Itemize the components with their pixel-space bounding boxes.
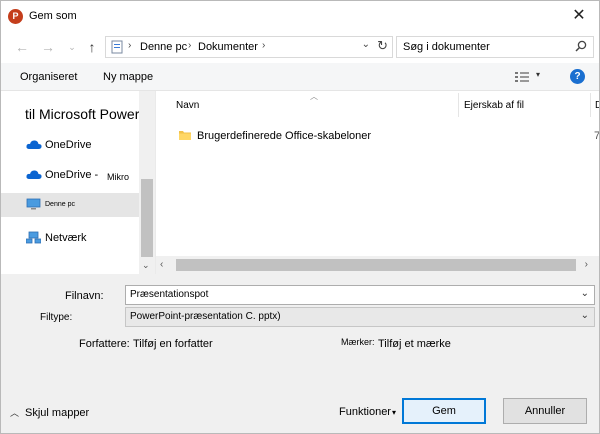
nav-scrollbar[interactable]: ⌄: [139, 91, 155, 274]
computer-icon: [26, 198, 41, 210]
search-box[interactable]: Søg i dokumenter: [396, 36, 594, 58]
nav-item-label: OneDrive -: [45, 169, 99, 181]
horizontal-scrollbar-thumb[interactable]: [176, 259, 576, 271]
filename-value[interactable]: Præsentationspot: [130, 289, 208, 300]
authors-input[interactable]: Tilføj en forfatter: [133, 338, 213, 350]
refresh-icon[interactable]: ↻: [377, 38, 388, 54]
filetype-label: Filtype:: [40, 312, 73, 323]
title-bar: P Gem som ✕: [1, 1, 599, 31]
breadcrumb-dokumenter[interactable]: Dokumenter: [198, 41, 258, 53]
view-options-icon[interactable]: [515, 71, 529, 83]
organize-button[interactable]: Organiseret: [20, 71, 77, 83]
nav-item-label: OneDrive: [45, 139, 92, 151]
scroll-down-icon[interactable]: ⌄: [142, 260, 150, 271]
filename-label: Filnavn:: [65, 290, 104, 302]
search-input[interactable]: Søg i dokumenter: [403, 41, 490, 53]
tags-input[interactable]: Tilføj et mærke: [378, 338, 451, 350]
tools-dropdown-icon: ▾: [391, 408, 396, 417]
computer-icon: [111, 40, 123, 54]
search-icon: [575, 40, 587, 52]
filetype-select[interactable]: PowerPoint-præsentation C. pptx) ⌄: [125, 307, 595, 327]
column-header-name[interactable]: Navn: [176, 100, 199, 111]
network-icon: [26, 231, 41, 244]
powerpoint-app-icon: P: [8, 9, 23, 24]
breadcrumb-separator-icon: ›: [128, 40, 132, 51]
tools-button[interactable]: Funktioner▾: [339, 406, 396, 418]
file-name: Brugerdefinerede Office-skabeloner: [197, 130, 372, 142]
chevron-down-icon[interactable]: ⌄: [581, 310, 589, 321]
nav-scrollbar-thumb[interactable]: [141, 179, 153, 257]
folder-icon: [179, 131, 191, 140]
breadcrumb-denne-pc[interactable]: Denne pc: [140, 41, 187, 53]
cloud-icon: [26, 170, 42, 179]
command-bar: Organiseret Ny mappe ▾ ?: [1, 63, 599, 91]
nav-item-netvaerk[interactable]: Netværk: [1, 227, 139, 249]
file-list: ︿ Navn Ejerskab af fil D Brugerdefinered…: [155, 91, 599, 274]
window-title: Gem som: [29, 10, 77, 22]
cloud-icon: [26, 140, 42, 149]
authors-label: Forfattere:: [79, 338, 130, 350]
save-button[interactable]: Gem: [402, 398, 486, 424]
nav-item-powerpoint[interactable]: til Microsoft PowerPC: [1, 103, 139, 127]
nav-item-onedrive[interactable]: OneDrive: [1, 134, 139, 156]
close-button[interactable]: ✕: [559, 1, 599, 31]
horizontal-scrollbar[interactable]: ‹ ›: [156, 256, 599, 274]
new-folder-button[interactable]: Ny mappe: [103, 71, 153, 83]
address-dropdown-icon[interactable]: ⌄: [362, 39, 370, 50]
nav-heading-label: til Microsoft PowerPC: [25, 106, 139, 122]
sort-ascending-icon: ︿: [310, 92, 318, 101]
up-button[interactable]: ↑: [83, 38, 101, 56]
nav-item-denne-pc[interactable]: Denne pc: [1, 193, 139, 217]
file-date-partial: 7: [594, 130, 599, 142]
cancel-button[interactable]: Annuller: [503, 398, 587, 424]
column-divider[interactable]: [458, 93, 459, 117]
breadcrumb-separator-icon: ›: [188, 40, 192, 51]
navigation-pane: til Microsoft PowerPC OneDrive OneDrive …: [1, 91, 155, 274]
column-divider[interactable]: [590, 93, 591, 117]
recent-locations-button[interactable]: ⌄: [63, 38, 81, 56]
filetype-value: PowerPoint-præsentation C. pptx): [130, 311, 281, 322]
list-item[interactable]: Brugerdefinerede Office-skabeloner 7: [156, 125, 599, 147]
column-header-owner[interactable]: Ejerskab af fil: [464, 100, 524, 111]
scroll-right-icon[interactable]: ›: [585, 259, 588, 270]
address-bar[interactable]: › Denne pc › Dokumenter › ⌄ ↻: [105, 36, 393, 58]
chevron-down-icon[interactable]: ⌄: [581, 288, 589, 299]
scroll-left-icon[interactable]: ‹: [160, 259, 163, 270]
nav-item-label-suffix: Mikro: [107, 172, 129, 182]
save-as-dialog: P Gem som ✕ ← → ⌄ ↑ › Denne pc › Dokumen…: [0, 0, 600, 434]
help-icon[interactable]: ?: [570, 69, 585, 84]
filename-field[interactable]: Præsentationspot ⌄: [125, 285, 595, 305]
hide-folders-button[interactable]: ︿ Skjul mapper: [10, 406, 89, 419]
nav-item-label: Denne pc: [45, 201, 75, 208]
hide-folders-label: Skjul mapper: [25, 407, 90, 419]
tools-label: Funktioner: [339, 406, 391, 418]
column-header-date[interactable]: D: [595, 100, 599, 111]
forward-button[interactable]: →: [39, 38, 57, 56]
nav-item-label: Netværk: [45, 232, 87, 244]
nav-item-onedrive-business[interactable]: OneDrive - Mikro: [1, 164, 139, 186]
back-button[interactable]: ←: [13, 38, 31, 56]
breadcrumb-separator-icon: ›: [262, 40, 266, 51]
tags-label: Mærker:: [341, 337, 375, 347]
chevron-up-icon: ︿: [10, 408, 20, 418]
view-dropdown-icon[interactable]: ▾: [536, 70, 540, 79]
address-row: ← → ⌄ ↑ › Denne pc › Dokumenter › ⌄ ↻ Sø…: [1, 31, 599, 63]
